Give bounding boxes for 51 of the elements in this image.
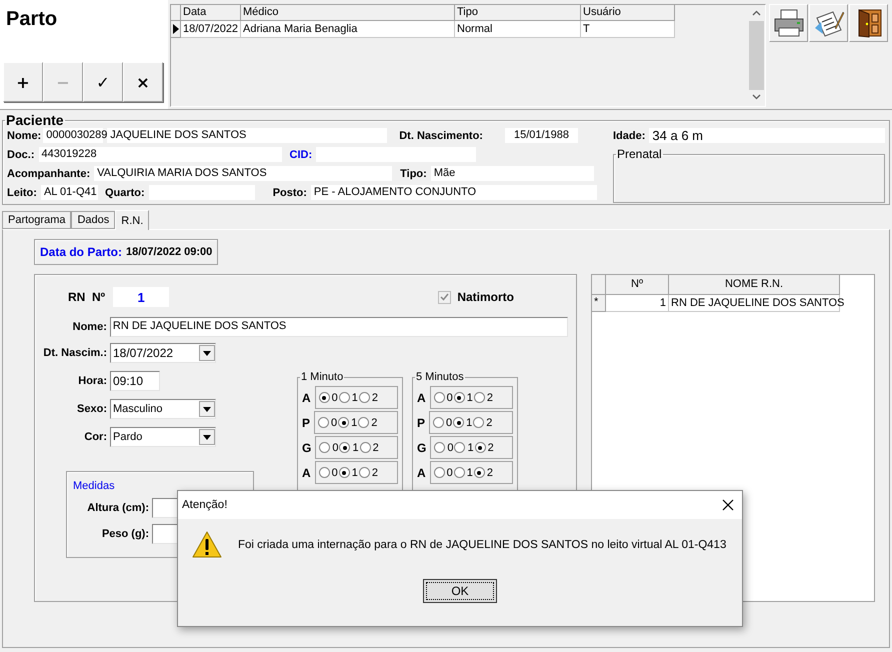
document-field: 443019228: [38, 147, 282, 162]
group-title: Paciente: [5, 112, 65, 128]
row-label: A: [302, 466, 311, 480]
name-field: JAQUELINE DOS SANTOS: [107, 128, 388, 143]
dialog-message: Foi criada uma internação para o RN de JAQUELINE DOS SANTOS no leito virtual AL 01-Q413: [238, 539, 726, 551]
number-field: 1: [113, 287, 170, 307]
companion-field: VALQUIRIA MARIA DOS SANTOS: [94, 166, 392, 181]
table-cell: T: [581, 21, 675, 38]
row-label: A: [417, 390, 426, 404]
row-label: G: [417, 440, 426, 454]
group-title: Medidas: [73, 480, 116, 492]
group-title: 5 Minutos: [415, 371, 465, 383]
field-label: RN Nº: [68, 290, 106, 304]
field-label: Peso (g):: [100, 528, 149, 540]
group-title: Prenatal: [616, 147, 663, 161]
table-cell: Normal: [455, 21, 581, 38]
field-label: Tipo:: [400, 168, 427, 180]
row-label: A: [302, 390, 311, 404]
field-label: Data do Parto:: [40, 245, 122, 259]
table-cell: Adriana Maria Benaglia: [241, 21, 455, 38]
field-label: Dt. Nascim.:: [43, 347, 107, 359]
type-field: Mãe: [430, 166, 594, 181]
field-label: Acompanhante:: [7, 168, 90, 180]
field-label: Dt. Nascimento:: [399, 130, 483, 142]
field-label: Quarto:: [104, 186, 145, 198]
date-field: 15/01/1988: [504, 128, 578, 143]
field-label: Leito:: [7, 186, 37, 198]
field-label: Posto:: [272, 186, 307, 198]
row-label: A: [417, 466, 426, 480]
field-label: Cor:: [83, 431, 107, 443]
field-label: Altura (cm):: [86, 502, 149, 514]
ward-field: PE - ALOJAMENTO CONJUNTO: [310, 185, 597, 200]
field-label: Doc.:: [7, 148, 34, 160]
row-indicator: *: [592, 295, 606, 312]
table-cell: 18/07/2022: [181, 21, 241, 38]
row-label: P: [302, 416, 310, 430]
row-label: G: [302, 440, 312, 454]
group-title: 1 Minuto: [300, 371, 344, 383]
field-label: CID:: [290, 148, 312, 160]
age-field: 34 a 6 m: [649, 128, 885, 143]
bed-field: AL 01-Q41: [40, 185, 98, 200]
row-label: P: [417, 416, 426, 430]
window-title: Parto: [6, 8, 58, 31]
field-label: Idade:: [613, 130, 646, 142]
dialog-title: Atenção!: [182, 499, 228, 511]
field-label: Sexo:: [76, 403, 107, 415]
delivery-date: 18/07/2022 09:00: [126, 246, 212, 258]
field-label: Nome:: [7, 130, 42, 142]
field-label: Nome:: [72, 321, 107, 333]
table-cell: 1: [606, 295, 669, 312]
field-label: Hora:: [77, 375, 107, 387]
